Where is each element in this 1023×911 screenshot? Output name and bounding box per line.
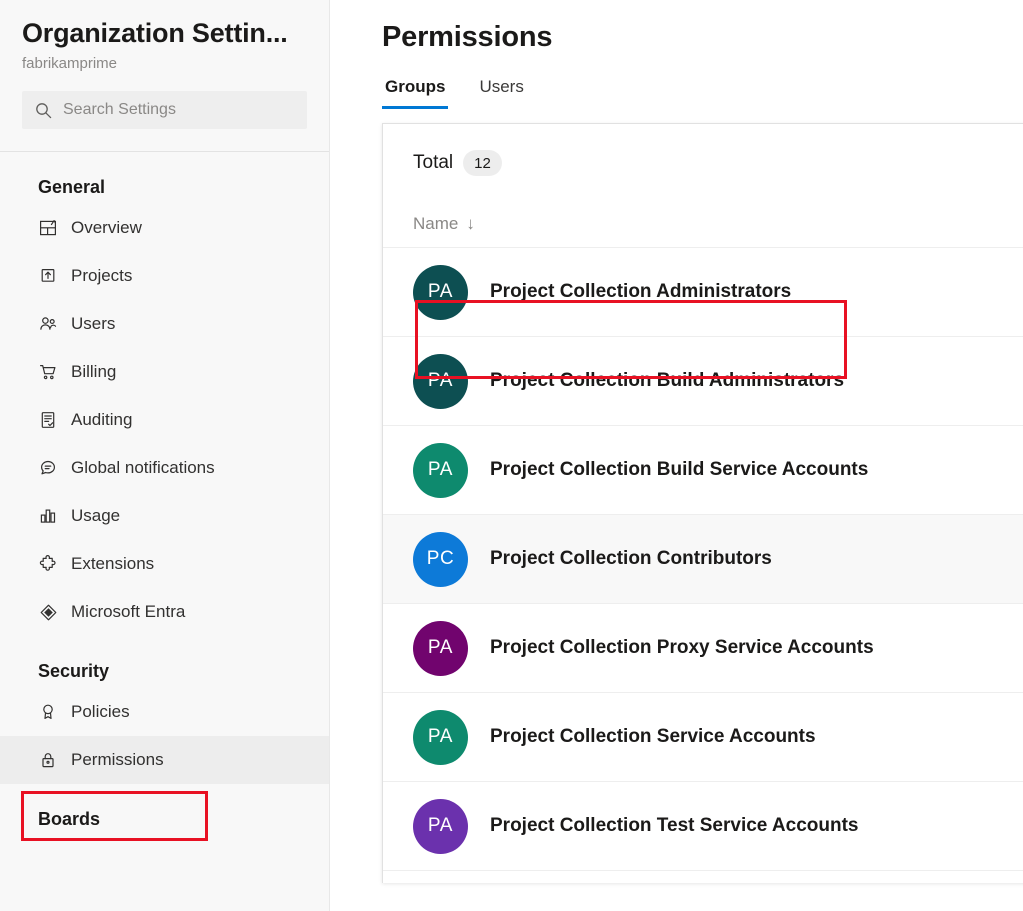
group-name[interactable]: Project Collection Proxy Service Account… [490, 636, 874, 660]
tab-groups[interactable]: Groups [382, 76, 449, 109]
group-name[interactable]: Project Collection Test Service Accounts [490, 814, 859, 838]
sidebar-item-usage[interactable]: Usage [0, 492, 329, 540]
total-count-badge: 12 [463, 150, 502, 176]
users-icon [38, 314, 58, 334]
sidebar-section-heading-boards: Boards [38, 809, 101, 829]
extensions-puzzle-icon [38, 554, 58, 574]
avatar: PA [413, 264, 468, 320]
group-name[interactable]: Project Collection Service Accounts [490, 725, 816, 749]
sidebar-item-label: Overview [71, 218, 142, 237]
sidebar-item-label: Projects [71, 266, 133, 285]
avatar: PC [413, 531, 468, 587]
sidebar-item-label: Permissions [71, 750, 164, 769]
sidebar-item-auditing[interactable]: Auditing [0, 396, 329, 444]
sidebar-item-policies[interactable]: Policies [0, 688, 329, 736]
policies-ribbon-icon [38, 702, 58, 722]
sidebar-item-users[interactable]: Users [0, 300, 329, 348]
sidebar-item-label: Usage [71, 506, 121, 525]
avatar: PA [413, 709, 468, 765]
sidebar-item-label: Billing [71, 362, 117, 381]
sort-descending-icon[interactable]: ↓ [466, 213, 475, 235]
sidebar-item-label: Auditing [71, 410, 133, 429]
table-row[interactable]: PA Project Collection Build Administrato… [383, 337, 1023, 426]
app-root: Organization Settin... fabrikamprime Gen… [0, 0, 1023, 911]
sidebar-item-label: Extensions [71, 554, 155, 573]
auditing-icon [38, 410, 58, 430]
table-row[interactable]: PA Project Collection Service Accounts [383, 693, 1023, 782]
table-row[interactable]: PA Project Collection Test Service Accou… [383, 782, 1023, 871]
table-row[interactable]: PA Project Collection Build Service Acco… [383, 426, 1023, 515]
sidebar-item-overview[interactable]: Overview [0, 204, 329, 252]
group-name[interactable]: Project Collection Administrators [490, 280, 791, 304]
group-name[interactable]: Project Collection Build Administrators [490, 369, 844, 393]
sidebar-item-extensions[interactable]: Extensions [0, 540, 329, 588]
group-name[interactable]: Project Collection Contributors [490, 547, 772, 571]
sidebar-header: Organization Settin... fabrikamprime [0, 0, 329, 74]
table-row[interactable]: PC Project Collection Contributors [383, 515, 1023, 604]
avatar: PA [413, 798, 468, 854]
search-icon [34, 101, 52, 119]
permissions-lock-icon [38, 750, 58, 770]
billing-cart-icon [38, 362, 58, 382]
table-row[interactable]: PA Project Collection Proxy Service Acco… [383, 604, 1023, 693]
search-settings-box[interactable] [22, 91, 307, 129]
table-row[interactable]: PA Project Collection Administrators [383, 248, 1023, 337]
projects-icon [38, 266, 58, 286]
tab-bar: Groups Users [382, 65, 1023, 109]
column-header-row: Name ↓ [413, 213, 1023, 247]
search-input[interactable] [63, 101, 295, 119]
sidebar-item-billing[interactable]: Billing [0, 348, 329, 396]
usage-chart-icon [38, 506, 58, 526]
sidebar-section-heading-general: General [38, 177, 106, 197]
sidebar-item-microsoft-entra[interactable]: Microsoft Entra [0, 588, 329, 636]
sidebar-item-global-notifications[interactable]: Global notifications [0, 444, 329, 492]
page-title: Permissions [382, 21, 553, 53]
main-content: Permissions Groups Users Total 12 Name ↓… [330, 0, 1023, 911]
notifications-icon [38, 458, 58, 478]
sidebar-item-label: Global notifications [71, 458, 215, 477]
total-label: Total [413, 152, 454, 173]
groups-list: PA Project Collection Administrators PA … [383, 247, 1023, 871]
settings-sidebar: Organization Settin... fabrikamprime Gen… [0, 0, 330, 911]
avatar: PA [413, 442, 468, 498]
avatar: PA [413, 620, 468, 676]
sidebar-item-projects[interactable]: Projects [0, 252, 329, 300]
sidebar-section-heading-security: Security [38, 661, 110, 681]
organization-name: fabrikamprime [22, 55, 118, 72]
sidebar-item-label: Microsoft Entra [71, 602, 186, 621]
groups-panel-header: Total 12 Name ↓ [383, 124, 1023, 247]
sidebar-item-label: Policies [71, 702, 130, 721]
column-header-name[interactable]: Name [413, 213, 458, 235]
total-row: Total 12 [413, 150, 1023, 176]
sidebar-item-label: Users [71, 314, 116, 333]
microsoft-entra-icon [38, 602, 58, 622]
sidebar-title: Organization Settin... [22, 18, 288, 48]
overview-icon [38, 218, 58, 238]
sidebar-nav-scroll-area: General Overview Projects Users Billing … [0, 152, 329, 893]
sidebar-item-permissions[interactable]: Permissions [0, 736, 329, 784]
group-name[interactable]: Project Collection Build Service Account… [490, 458, 868, 482]
tab-users[interactable]: Users [476, 76, 526, 109]
groups-panel: Total 12 Name ↓ PA Project Collection Ad… [382, 123, 1023, 883]
avatar: PA [413, 353, 468, 409]
